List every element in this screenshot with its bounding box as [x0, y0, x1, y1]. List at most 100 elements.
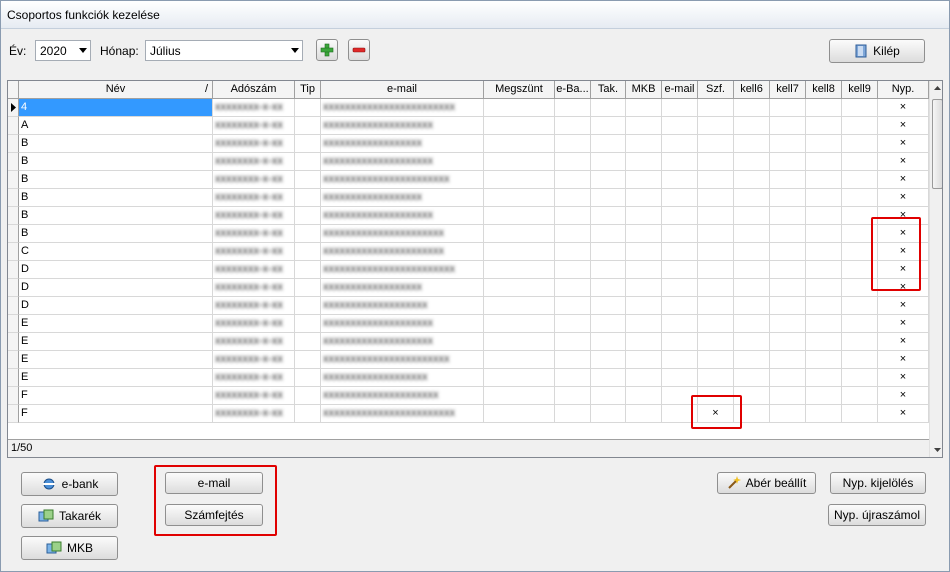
grid-cell[interactable]: [806, 369, 842, 387]
grid-cell[interactable]: ×: [878, 171, 929, 189]
grid-cell[interactable]: [734, 351, 770, 369]
grid-cell[interactable]: [662, 243, 698, 261]
grid-cell[interactable]: [842, 387, 878, 405]
grid-cell[interactable]: [770, 351, 806, 369]
row-indicator[interactable]: [8, 153, 19, 171]
grid-cell[interactable]: [591, 207, 626, 225]
grid-cell[interactable]: [842, 315, 878, 333]
grid-cell[interactable]: 4: [19, 99, 213, 117]
grid-cell[interactable]: [591, 405, 626, 423]
grid-cell[interactable]: C: [19, 243, 213, 261]
column-header[interactable]: kell6: [734, 81, 770, 99]
grid-cell[interactable]: [555, 315, 591, 333]
grid-cell[interactable]: ×: [878, 117, 929, 135]
grid-cell[interactable]: [591, 369, 626, 387]
grid-cell[interactable]: [770, 243, 806, 261]
grid-cell[interactable]: [734, 153, 770, 171]
row-indicator[interactable]: [8, 243, 19, 261]
column-header[interactable]: Tak.: [591, 81, 626, 99]
grid-cell[interactable]: [698, 351, 734, 369]
grid-cell[interactable]: [770, 315, 806, 333]
column-header[interactable]: e-Ba...: [555, 81, 591, 99]
grid-cell[interactable]: ×: [878, 189, 929, 207]
row-indicator[interactable]: [8, 333, 19, 351]
grid-cell[interactable]: [842, 135, 878, 153]
grid-cell[interactable]: xxxxxxxx-x-xx: [213, 297, 295, 315]
grid-cell[interactable]: [555, 135, 591, 153]
grid-cell[interactable]: xxxxxxxxxxxxxxxxxxxxxxx: [321, 171, 484, 189]
year-select[interactable]: 2020: [35, 40, 91, 61]
grid-cell[interactable]: [662, 117, 698, 135]
grid-cell[interactable]: [662, 225, 698, 243]
grid-cell[interactable]: xxxxxxxx-x-xx: [213, 405, 295, 423]
grid-cell[interactable]: [770, 405, 806, 423]
grid-cell[interactable]: [484, 171, 555, 189]
grid-cell[interactable]: [484, 135, 555, 153]
grid-cell[interactable]: [555, 225, 591, 243]
grid-cell[interactable]: [555, 351, 591, 369]
grid-cell[interactable]: [662, 171, 698, 189]
grid-cell[interactable]: [734, 189, 770, 207]
grid-cell[interactable]: [770, 369, 806, 387]
grid-cell[interactable]: xxxxxxxx-x-xx: [213, 333, 295, 351]
grid-cell[interactable]: [770, 387, 806, 405]
grid-cell[interactable]: D: [19, 279, 213, 297]
grid-cell[interactable]: [555, 153, 591, 171]
grid-cell[interactable]: [484, 117, 555, 135]
grid-cell[interactable]: [626, 207, 662, 225]
grid-cell[interactable]: [295, 117, 321, 135]
grid-cell[interactable]: [806, 351, 842, 369]
grid-cell[interactable]: [295, 333, 321, 351]
grid-cell[interactable]: xxxxxxxxxxxxxxxxxx: [321, 279, 484, 297]
grid-cell[interactable]: [626, 135, 662, 153]
grid-cell[interactable]: [295, 207, 321, 225]
month-select[interactable]: Július: [145, 40, 303, 61]
grid-cell[interactable]: ×: [878, 387, 929, 405]
grid-cell[interactable]: ×: [878, 405, 929, 423]
grid-cell[interactable]: xxxxxxxx-x-xx: [213, 171, 295, 189]
grid-cell[interactable]: [295, 351, 321, 369]
grid-cell[interactable]: xxxxxxxxxxxxxxxxxxxxxxx: [321, 351, 484, 369]
grid-cell[interactable]: xxxxxxxx-x-xx: [213, 279, 295, 297]
grid-cell[interactable]: [295, 297, 321, 315]
grid-cell[interactable]: [295, 99, 321, 117]
grid-cell[interactable]: [806, 405, 842, 423]
grid-cell[interactable]: [770, 153, 806, 171]
grid-cell[interactable]: B: [19, 153, 213, 171]
grid-cell[interactable]: xxxxxxxxxxxxxxxxxx: [321, 189, 484, 207]
grid-cell[interactable]: [770, 297, 806, 315]
grid-cell[interactable]: [295, 135, 321, 153]
grid-cell[interactable]: [591, 297, 626, 315]
grid-cell[interactable]: [626, 189, 662, 207]
grid-cell[interactable]: [591, 189, 626, 207]
grid-cell[interactable]: xxxxxxxx-x-xx: [213, 207, 295, 225]
grid-cell[interactable]: xxxxxxxx-x-xx: [213, 153, 295, 171]
grid-cell[interactable]: [626, 297, 662, 315]
grid-cell[interactable]: [484, 189, 555, 207]
grid-cell[interactable]: xxxxxxxx-x-xx: [213, 351, 295, 369]
grid-cell[interactable]: [484, 153, 555, 171]
grid-cell[interactable]: ×: [878, 297, 929, 315]
grid-cell[interactable]: [770, 261, 806, 279]
column-header[interactable]: Szf.: [698, 81, 734, 99]
grid-cell[interactable]: [698, 117, 734, 135]
grid-cell[interactable]: [734, 279, 770, 297]
grid-cell[interactable]: [295, 279, 321, 297]
column-header[interactable]: Adószám: [213, 81, 295, 99]
grid-cell[interactable]: [806, 225, 842, 243]
grid-cell[interactable]: [295, 315, 321, 333]
grid-cell[interactable]: [484, 333, 555, 351]
grid-cell[interactable]: [662, 315, 698, 333]
grid-cell[interactable]: [295, 171, 321, 189]
grid-cell[interactable]: [295, 261, 321, 279]
row-indicator[interactable]: [8, 171, 19, 189]
grid-cell[interactable]: ×: [878, 153, 929, 171]
grid-cell[interactable]: [484, 243, 555, 261]
vertical-scrollbar[interactable]: [929, 81, 942, 457]
grid-cell[interactable]: xxxxxxxxxxxxxxxxxxxx: [321, 315, 484, 333]
grid-cell[interactable]: [806, 279, 842, 297]
grid-cell[interactable]: [662, 333, 698, 351]
grid-cell[interactable]: xxxxxxxxxxxxxxxxxxxxx: [321, 387, 484, 405]
grid-cell[interactable]: [806, 117, 842, 135]
row-indicator[interactable]: [8, 297, 19, 315]
